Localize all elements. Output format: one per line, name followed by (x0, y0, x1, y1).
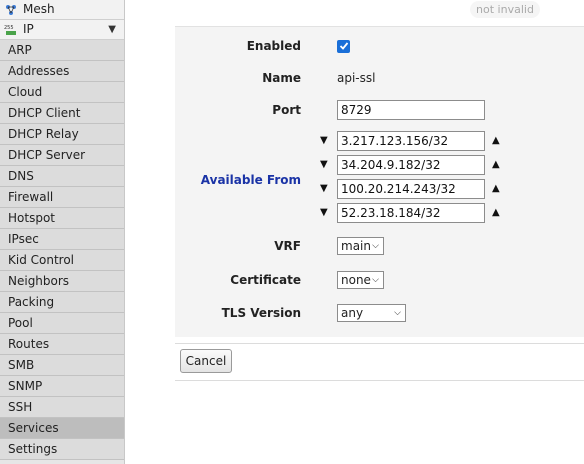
enabled-label: Enabled (246, 39, 301, 53)
port-input[interactable]: 8729 (337, 100, 485, 120)
available-from-input[interactable]: 3.217.123.156/32 (337, 131, 485, 151)
status-badge: not invalid (470, 1, 540, 18)
mesh-icon (4, 3, 18, 17)
available-from-row: Available From ▼ 3.217.123.156/32 ▲ ▼ 34… (175, 131, 584, 227)
name-label: Name (262, 71, 301, 85)
tls-version-select[interactable]: any ⌵ (337, 304, 406, 322)
tls-version-value: any (341, 306, 364, 320)
sidebar-item-services[interactable]: Services (0, 418, 124, 439)
certificate-value: none (341, 273, 371, 287)
chevron-down-icon: ⌵ (372, 275, 379, 285)
sidebar-item-dhcp-client[interactable]: DHCP Client (0, 103, 124, 124)
sidebar-item-dhcp-server[interactable]: DHCP Server (0, 145, 124, 166)
available-from-input[interactable]: 34.204.9.182/32 (337, 155, 485, 175)
move-down-icon[interactable]: ▼ (320, 159, 328, 170)
move-down-icon[interactable]: ▼ (320, 207, 328, 218)
enabled-row: Enabled (175, 37, 584, 55)
move-down-icon[interactable]: ▼ (320, 135, 328, 146)
service-form: Enabled Name api-ssl Port 8729 Available… (175, 26, 584, 337)
enabled-checkbox[interactable] (337, 39, 350, 53)
vrf-row: VRF main ⌵ (175, 235, 584, 257)
vrf-label: VRF (274, 239, 301, 253)
sidebar-item-ip[interactable]: 255 IP ▼ (0, 20, 124, 40)
move-up-icon[interactable]: ▲ (492, 183, 500, 194)
sidebar-item-mesh[interactable]: Mesh (0, 0, 124, 20)
button-bar: Cancel (175, 343, 584, 381)
available-from-input[interactable]: 52.23.18.184/32 (337, 203, 485, 223)
vrf-select[interactable]: main ⌵ (337, 237, 384, 255)
sidebar-item-pool[interactable]: Pool (0, 313, 124, 334)
sidebar-item-arp[interactable]: ARP (0, 40, 124, 61)
sidebar-item-routes[interactable]: Routes (0, 334, 124, 355)
move-up-icon[interactable]: ▲ (492, 159, 500, 170)
sidebar-item-addresses[interactable]: Addresses (0, 61, 124, 82)
sidebar-item-smb[interactable]: SMB (0, 355, 124, 376)
sidebar-item-kid-control[interactable]: Kid Control (0, 250, 124, 271)
sidebar-item-dhcp-relay[interactable]: DHCP Relay (0, 124, 124, 145)
port-row: Port 8729 (175, 99, 584, 121)
main-content: not invalid Enabled Name api-ssl Port 87… (125, 0, 584, 464)
move-up-icon[interactable]: ▲ (492, 207, 500, 218)
available-from-input[interactable]: 100.20.214.243/32 (337, 179, 485, 199)
sidebar-item-neighbors[interactable]: Neighbors (0, 271, 124, 292)
move-up-icon[interactable]: ▲ (492, 135, 500, 146)
available-from-label: Available From (200, 173, 301, 187)
tls-version-row: TLS Version any ⌵ (175, 302, 584, 324)
sidebar-item-settings[interactable]: Settings (0, 439, 124, 460)
tls-version-label: TLS Version (221, 306, 301, 320)
sidebar-item-label: IP (23, 22, 34, 36)
certificate-row: Certificate none ⌵ (175, 269, 584, 291)
chevron-down-icon: ⌵ (394, 308, 401, 318)
chevron-down-icon: ⌵ (372, 241, 379, 251)
sidebar-item-dns[interactable]: DNS (0, 166, 124, 187)
sidebar-item-firewall[interactable]: Firewall (0, 187, 124, 208)
sidebar-item-snmp[interactable]: SNMP (0, 376, 124, 397)
svg-text:255: 255 (4, 25, 14, 31)
sidebar-item-hotspot[interactable]: Hotspot (0, 208, 124, 229)
sidebar-item-label: Mesh (23, 2, 55, 16)
ip-icon: 255 (4, 23, 18, 37)
ip-submenu: ARP Addresses Cloud DHCP Client DHCP Rel… (0, 40, 124, 460)
move-down-icon[interactable]: ▼ (320, 183, 328, 194)
check-icon (339, 42, 348, 50)
certificate-label: Certificate (230, 273, 301, 287)
chevron-down-icon[interactable]: ▼ (108, 20, 116, 39)
sidebar-item-cloud[interactable]: Cloud (0, 82, 124, 103)
sidebar-item-ssh[interactable]: SSH (0, 397, 124, 418)
vrf-value: main (341, 239, 371, 253)
sidebar-item-packing[interactable]: Packing (0, 292, 124, 313)
port-label: Port (272, 103, 301, 117)
name-value: api-ssl (337, 71, 376, 85)
sidebar: Mesh 255 IP ▼ ARP Addresses Cloud DHCP C… (0, 0, 125, 464)
name-row: Name api-ssl (175, 69, 584, 87)
sidebar-item-ipsec[interactable]: IPsec (0, 229, 124, 250)
cancel-button[interactable]: Cancel (180, 349, 232, 373)
certificate-select[interactable]: none ⌵ (337, 271, 384, 289)
